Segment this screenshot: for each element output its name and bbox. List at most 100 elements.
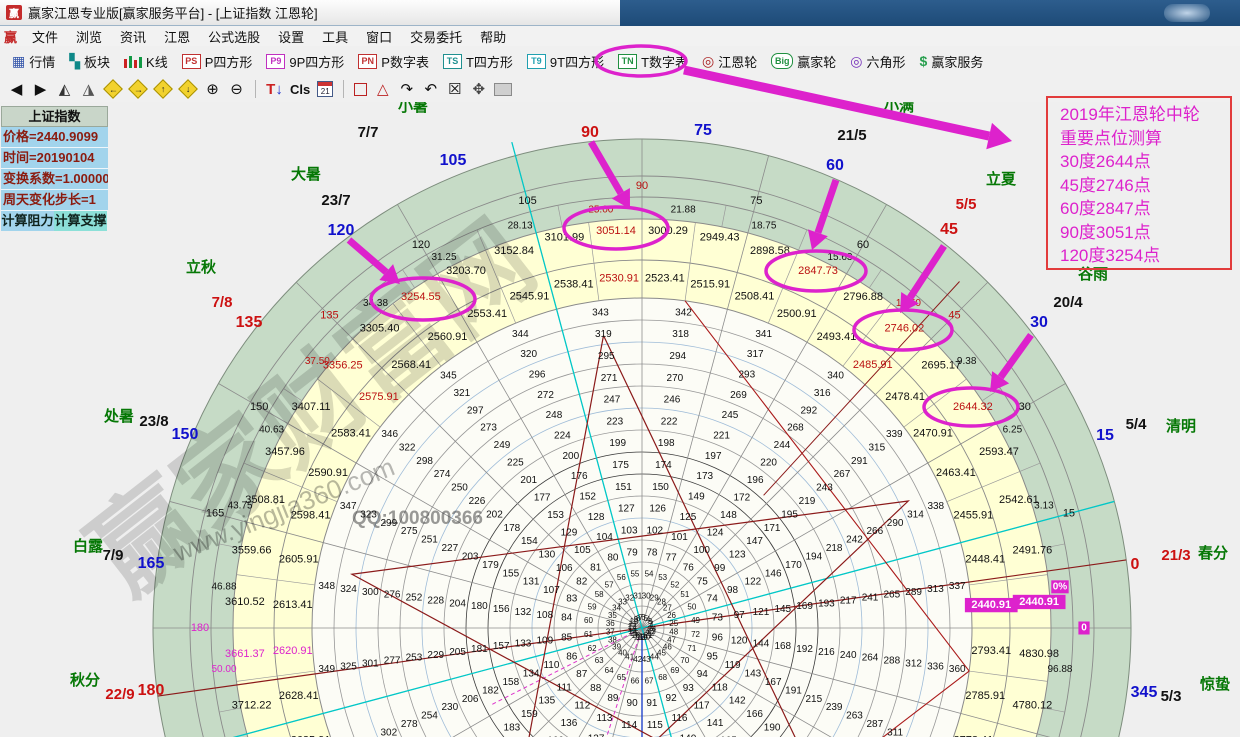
rotate-ccw-icon[interactable]: ↶ bbox=[422, 82, 439, 97]
spiral-number: 199 bbox=[609, 438, 626, 449]
menu-item-帮助[interactable]: 帮助 bbox=[471, 29, 515, 46]
price-outer-label: 2491.76 bbox=[1012, 544, 1052, 556]
outer-date-label: 21/3 bbox=[1161, 547, 1190, 564]
peak-prev-icon[interactable]: ◭ bbox=[56, 82, 73, 97]
toolbar-button-T数字表[interactable]: TNT数字表 bbox=[612, 50, 694, 73]
pan-down-icon[interactable]: ↓ bbox=[178, 79, 198, 99]
spiral-number: 269 bbox=[730, 390, 747, 401]
zoom-in-icon[interactable]: ⊕ bbox=[204, 82, 221, 97]
percent-label: 15.63 bbox=[827, 252, 852, 263]
spiral-number: 219 bbox=[799, 496, 816, 507]
price-outer-label: 3152.84 bbox=[494, 245, 534, 257]
toolbar-button-江恩轮[interactable]: ◎江恩轮 bbox=[696, 50, 763, 73]
menu-item-交易委托[interactable]: 交易委托 bbox=[401, 29, 471, 46]
menu-item-文件[interactable]: 文件 bbox=[23, 29, 67, 46]
toolbar-button-P四方形[interactable]: PSP四方形 bbox=[176, 50, 259, 73]
toolbar-label: 六角形 bbox=[867, 52, 906, 71]
center-icon[interactable]: ✥ bbox=[470, 82, 487, 97]
spiral-number: 338 bbox=[927, 501, 944, 512]
index-name: 上证指数 bbox=[1, 106, 108, 127]
pan-left-icon[interactable]: ← bbox=[103, 79, 123, 99]
spiral-number: 94 bbox=[697, 669, 709, 680]
pan-right-icon[interactable]: → bbox=[128, 79, 148, 99]
axis-scale-icon[interactable]: T↓ bbox=[266, 82, 283, 97]
rotate-cw-icon[interactable]: ↷ bbox=[398, 82, 415, 97]
menu-item-设置[interactable]: 设置 bbox=[269, 29, 313, 46]
spiral-number: 76 bbox=[683, 562, 695, 573]
toolbar-button-赢家轮[interactable]: Big赢家轮 bbox=[765, 50, 842, 73]
menu-item-公式选股[interactable]: 公式选股 bbox=[199, 29, 269, 46]
peak-next-icon[interactable]: ◮ bbox=[80, 82, 97, 97]
toolbar-button-T四方形[interactable]: TST四方形 bbox=[437, 50, 519, 73]
price-inner-label: 2515.91 bbox=[690, 279, 730, 291]
spiral-number: 92 bbox=[666, 693, 678, 704]
percent-label: 0% bbox=[1053, 581, 1068, 592]
menu-item-浏览[interactable]: 浏览 bbox=[67, 29, 111, 46]
spiral-number: 292 bbox=[800, 405, 817, 416]
zoom-out-icon[interactable]: ⊖ bbox=[228, 82, 245, 97]
price-inner-label: 2440.91 bbox=[971, 599, 1011, 611]
delete-box-icon[interactable]: ☒ bbox=[446, 82, 463, 97]
menu-item-窗口[interactable]: 窗口 bbox=[357, 29, 401, 46]
triangle-tool-icon[interactable]: △ bbox=[374, 82, 391, 97]
toolbar-button-赢家服务[interactable]: $赢家服务 bbox=[914, 50, 990, 73]
screen-icon[interactable] bbox=[494, 83, 512, 96]
spiral-number: 119 bbox=[725, 660, 741, 671]
toolbar-button-行情[interactable]: ▦行情 bbox=[6, 50, 61, 73]
toolbar-button-板块[interactable]: ▚板块 bbox=[63, 50, 116, 73]
button-计算支撑[interactable]: 计算支撑 bbox=[54, 211, 107, 231]
spiral-number: 230 bbox=[441, 702, 458, 713]
toolbar-button-9T四方形[interactable]: T99T四方形 bbox=[521, 50, 610, 73]
kline-icon bbox=[124, 54, 142, 68]
toolbar-button-P数字表[interactable]: PNP数字表 bbox=[352, 50, 435, 73]
forward-icon[interactable]: ▶ bbox=[32, 82, 49, 97]
price-outer-label: 2593.47 bbox=[979, 446, 1019, 458]
solar-term-label: 白露 bbox=[73, 537, 104, 555]
spiral-number: 144 bbox=[753, 638, 770, 649]
square-tool-icon[interactable] bbox=[354, 83, 367, 96]
degree-label: 90 bbox=[636, 180, 648, 192]
back-icon[interactable]: ◀ bbox=[8, 82, 25, 97]
spiral-number: 80 bbox=[607, 552, 619, 563]
spiral-number: 167 bbox=[765, 677, 782, 688]
p9-badge-icon: P9 bbox=[266, 54, 285, 69]
spiral-number: 48 bbox=[669, 627, 678, 636]
price-outer-label: 3457.96 bbox=[265, 446, 305, 458]
spiral-number: 156 bbox=[493, 604, 510, 615]
hexagon-icon: ◎ bbox=[850, 53, 862, 70]
toolbar-button-K线[interactable]: K线 bbox=[118, 50, 174, 73]
outer-degree-label: 15 bbox=[1096, 427, 1114, 444]
spiral-number: 155 bbox=[502, 568, 519, 579]
spiral-number: 137 bbox=[588, 734, 605, 737]
price-inner-label: 2785.91 bbox=[965, 690, 1005, 702]
menu-item-工具[interactable]: 工具 bbox=[313, 29, 357, 46]
spiral-number: 149 bbox=[688, 491, 705, 502]
title-bar: 赢 赢家江恩专业版[赢家服务平台] - [上证指数 江恩轮] bbox=[0, 0, 1240, 26]
menu-item-江恩[interactable]: 江恩 bbox=[155, 29, 199, 46]
cls-button[interactable]: Cls bbox=[290, 83, 310, 96]
button-计算阻力[interactable]: 计算阻力 bbox=[1, 211, 54, 231]
spiral-number: 79 bbox=[627, 547, 639, 558]
spiral-number: 276 bbox=[384, 590, 401, 601]
spiral-number: 96 bbox=[712, 633, 724, 644]
spiral-number: 71 bbox=[687, 644, 696, 653]
toolbar-button-六角形[interactable]: ◎ 六角形 bbox=[844, 50, 911, 73]
spiral-number: 223 bbox=[607, 416, 624, 427]
spiral-number: 69 bbox=[670, 666, 679, 675]
spiral-number: 95 bbox=[707, 652, 719, 663]
solar-term-label: 立夏 bbox=[986, 170, 1017, 188]
spiral-number: 169 bbox=[796, 601, 813, 612]
spiral-number: 337 bbox=[949, 581, 966, 592]
spiral-number: 77 bbox=[666, 552, 678, 563]
pan-up-icon[interactable]: ↑ bbox=[153, 79, 173, 99]
spiral-number: 299 bbox=[381, 518, 398, 529]
gann-wheel-area[interactable]: 赢家财富网www.yingjia360.comQQ:10080036612345… bbox=[0, 102, 1240, 737]
spiral-number: 323 bbox=[360, 509, 377, 520]
calendar-icon[interactable]: 21 bbox=[317, 81, 333, 97]
price-inner-label: 2598.41 bbox=[291, 509, 331, 521]
menu-item-资讯[interactable]: 资讯 bbox=[111, 29, 155, 46]
price-inner-label: 2560.91 bbox=[428, 331, 468, 343]
spiral-number: 57 bbox=[605, 580, 614, 589]
price-outer-label: 2796.88 bbox=[843, 291, 883, 303]
toolbar-button-9P四方形[interactable]: P99P四方形 bbox=[260, 50, 350, 73]
